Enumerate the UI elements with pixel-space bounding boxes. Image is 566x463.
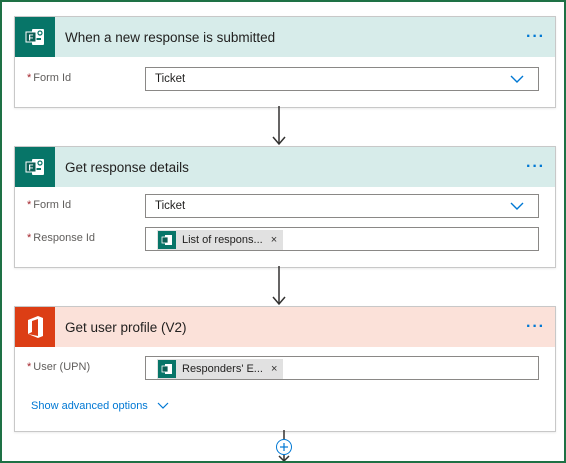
more-options-icon[interactable]: ··· [526, 158, 545, 176]
get-user-profile-title: Get user profile (V2) [65, 319, 187, 335]
forms-logo-icon: F [15, 17, 55, 57]
user-upn-input[interactable]: Responders' E... × [145, 356, 539, 380]
office-logo-icon [15, 307, 55, 347]
more-options-icon[interactable]: ··· [526, 318, 545, 336]
get-user-profile-card: Get user profile (V2) ··· * User (UPN) Re… [14, 306, 556, 432]
form-id-label: * Form Id [27, 72, 72, 84]
form-id-value: Ticket [155, 200, 186, 212]
token-label: List of respons... [182, 234, 263, 246]
dynamic-content-token[interactable]: Responders' E... × [157, 359, 284, 379]
trigger-card-title: When a new response is submitted [65, 29, 276, 45]
response-id-input[interactable]: List of respons... × [145, 227, 539, 251]
chevron-down-icon [157, 402, 169, 409]
get-user-profile-header[interactable]: Get user profile (V2) ··· [15, 307, 555, 347]
show-advanced-options-link[interactable]: Show advanced options [31, 400, 169, 412]
svg-text:F: F [29, 34, 34, 43]
dynamic-content-token[interactable]: List of respons... × [157, 230, 284, 250]
response-id-label: * Response Id [27, 232, 96, 244]
forms-logo-icon [158, 231, 176, 249]
get-response-details-header[interactable]: F Get response details ··· [15, 147, 555, 187]
svg-text:F: F [29, 164, 34, 173]
chevron-down-icon[interactable] [510, 72, 524, 86]
trigger-card: F When a new response is submitted ··· *… [14, 16, 556, 108]
form-id-label: * Form Id [27, 199, 72, 211]
arrow-down-icon [272, 106, 286, 146]
get-response-details-title: Get response details [65, 159, 189, 175]
remove-token-icon[interactable]: × [271, 363, 277, 375]
chevron-down-icon[interactable] [510, 199, 524, 213]
forms-logo-icon: F [15, 147, 55, 187]
more-options-icon[interactable]: ··· [526, 28, 545, 46]
user-upn-label: * User (UPN) [27, 361, 91, 373]
get-response-details-card: F Get response details ··· * Form Id Tick… [14, 146, 556, 268]
token-label: Responders' E... [182, 363, 263, 375]
add-step-icon[interactable] [276, 439, 292, 455]
form-id-dropdown[interactable]: Ticket [145, 67, 539, 91]
remove-token-icon[interactable]: × [271, 234, 277, 246]
flow-designer-canvas: F When a new response is submitted ··· *… [0, 0, 566, 463]
trigger-card-header[interactable]: F When a new response is submitted ··· [15, 17, 555, 57]
form-id-dropdown[interactable]: Ticket [145, 194, 539, 218]
arrow-down-icon [272, 266, 286, 306]
form-id-value: Ticket [155, 73, 186, 85]
forms-logo-icon [158, 360, 176, 378]
